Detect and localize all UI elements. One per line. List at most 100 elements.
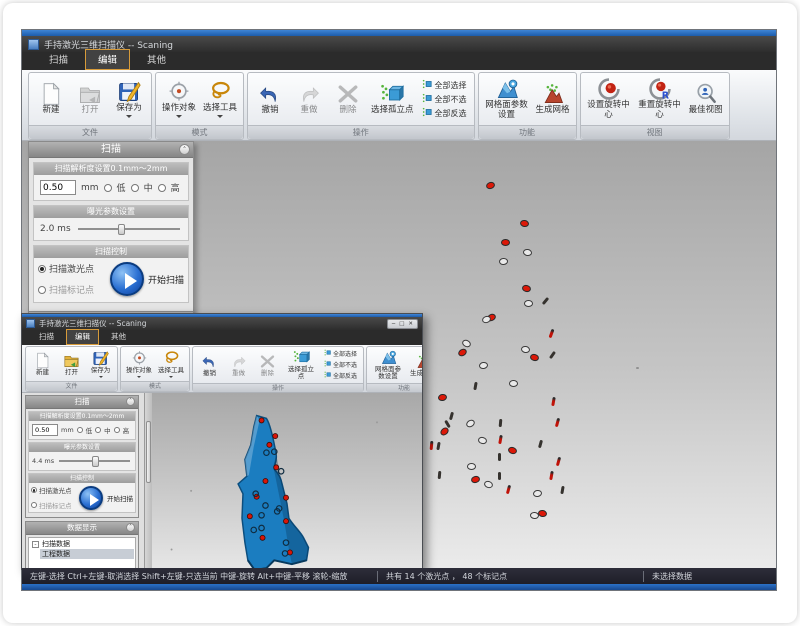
- resolution-radio-label: 高: [171, 181, 180, 194]
- debris-speck: [376, 421, 378, 423]
- isolated-points-button[interactable]: 选择孤立点: [369, 81, 416, 117]
- scan-mode-radio-row[interactable]: 扫描激光点: [31, 485, 79, 495]
- debris-speck: [190, 490, 192, 492]
- start-scan-button[interactable]: [79, 486, 103, 510]
- mesh-settings-button[interactable]: 网格面参数设置: [483, 76, 531, 122]
- inset-left-column: 扫描˄扫描解析度设置0.1mm～2mmmm低中高曝光参数设置4.4 ms扫描控制…: [22, 393, 144, 569]
- close-icon[interactable]: ✕: [408, 320, 413, 328]
- inset-data-panel-header[interactable]: 数据显示 ˄: [26, 522, 138, 535]
- undo-button[interactable]: 撤销: [196, 352, 223, 378]
- undo-button[interactable]: 撤销: [252, 81, 288, 117]
- slider-thumb[interactable]: [118, 224, 125, 235]
- resolution-radio-2[interactable]: [131, 184, 139, 192]
- laser-sliver-red: [555, 418, 560, 427]
- exposure-value: 2.0 ms: [40, 224, 71, 234]
- stack-button-1[interactable]: 全部选择: [324, 349, 357, 358]
- exposure-slider[interactable]: [57, 455, 132, 467]
- laser-sliver: [498, 453, 501, 461]
- scan-panel-title: 扫描: [101, 144, 121, 155]
- stack-label: 全部不选: [435, 94, 467, 105]
- scan-mode-radio-row[interactable]: 扫描激光点: [38, 262, 110, 275]
- scan-mode-radio-2[interactable]: [31, 502, 37, 508]
- new-file-button[interactable]: 新建: [29, 351, 56, 377]
- inset-viewport-3d[interactable]: [152, 393, 422, 569]
- button-label: 生成网格: [410, 370, 422, 377]
- reset-rotation-button[interactable]: R重置旋转中心: [636, 76, 684, 122]
- tree-item-1[interactable]: -扫描数据: [30, 539, 134, 549]
- resolution-radio-3[interactable]: [158, 184, 166, 192]
- collapse-button[interactable]: ˄: [179, 144, 190, 155]
- slider-thumb[interactable]: [92, 456, 99, 467]
- scan-mode-radio-row[interactable]: 扫描标记点: [38, 283, 110, 296]
- stack-button-2[interactable]: 全部不选: [422, 93, 467, 105]
- scan-mode-label: 扫描激光点: [49, 262, 94, 275]
- button-label: 删除: [340, 106, 357, 116]
- start-scan-button[interactable]: [110, 262, 144, 296]
- ribbon-group-1: 新建打开保存为文件: [25, 346, 118, 392]
- stack-button-1[interactable]: 全部选择: [422, 79, 467, 91]
- scan-mode-radio-2[interactable]: [38, 286, 46, 294]
- minimize-icon[interactable]: ─: [392, 320, 395, 328]
- resolution-radio-1[interactable]: [77, 427, 83, 433]
- target-button[interactable]: 操作对象: [160, 79, 198, 119]
- button-label: 撤销: [203, 370, 216, 377]
- isolated-points-button[interactable]: 选择孤立点: [283, 348, 319, 382]
- button-label: 打开: [81, 106, 98, 116]
- exposure-slider[interactable]: [76, 223, 182, 235]
- scan-mode-radio-row[interactable]: 扫描标记点: [31, 500, 79, 510]
- save-as-icon: [117, 80, 141, 104]
- marker-point-ring: [481, 315, 492, 325]
- laser-sliver-red: [430, 441, 434, 450]
- scan-mode-label: 扫描标记点: [49, 283, 94, 296]
- resolution-radio-1[interactable]: [104, 184, 112, 192]
- save-as-button[interactable]: 保存为: [87, 349, 114, 378]
- tab-2[interactable]: 编辑: [85, 49, 130, 70]
- main-window: 手持激光三维扫描仪 -- Scaning 扫描编辑其他 新建打开保存为文件操作对…: [21, 29, 777, 591]
- tab-3[interactable]: 其他: [102, 329, 135, 345]
- tab-2[interactable]: 编辑: [66, 329, 99, 345]
- tab-1[interactable]: 扫描: [30, 329, 63, 345]
- open-folder-icon: [78, 82, 102, 106]
- tab-3[interactable]: 其他: [134, 49, 179, 70]
- scan-mode-radio-1[interactable]: [38, 265, 46, 273]
- lasso-button[interactable]: 选择工具: [201, 79, 239, 119]
- button-label: 生成网格: [536, 106, 570, 116]
- collapse-button[interactable]: ˄: [126, 397, 135, 406]
- best-view-button[interactable]: 最佳视图: [687, 81, 725, 117]
- mesh-settings-button[interactable]: 网格面参数设置: [370, 348, 406, 382]
- resolution-input[interactable]: [32, 424, 58, 436]
- target-button[interactable]: 操作对象: [124, 349, 154, 378]
- new-file-button[interactable]: 新建: [33, 81, 69, 117]
- set-rotation-button[interactable]: 设置旋转中心: [585, 76, 633, 122]
- generate-mesh-button[interactable]: 生成网格: [408, 352, 422, 378]
- maximize-icon[interactable]: □: [399, 320, 404, 328]
- scan-panel-header[interactable]: 扫描˄: [26, 396, 138, 409]
- resolution-radio-3[interactable]: [114, 427, 120, 433]
- scan-panel-header[interactable]: 扫描 ˄: [29, 142, 193, 158]
- laser-sliver: [473, 382, 477, 390]
- marker-point-ring: [520, 345, 530, 353]
- open-folder-button[interactable]: 打开: [58, 351, 85, 377]
- lasso-button[interactable]: 选择工具: [156, 349, 186, 378]
- stack-button-2[interactable]: 全部不选: [324, 360, 357, 369]
- stack-button-3[interactable]: 全部反选: [324, 371, 357, 380]
- generate-mesh-button[interactable]: 生成网格: [534, 81, 572, 117]
- resolution-input[interactable]: [40, 180, 76, 195]
- vertical-scrollbar[interactable]: [144, 393, 152, 569]
- scrollbar-thumb[interactable]: [146, 421, 151, 483]
- stack-button-3[interactable]: 全部反选: [422, 107, 467, 119]
- marker-point-ring: [522, 248, 532, 256]
- tab-1[interactable]: 扫描: [36, 49, 81, 70]
- laser-sliver-red: [498, 435, 503, 444]
- save-as-button[interactable]: 保存为: [111, 79, 147, 119]
- model-marker-red: [263, 478, 268, 483]
- exposure-header: 曝光参数设置: [29, 443, 135, 452]
- collapse-button[interactable]: ˄: [126, 523, 135, 532]
- stack-mini-icon: [324, 360, 331, 369]
- tree-expander-icon[interactable]: -: [32, 541, 39, 548]
- resolution-radio-2[interactable]: [95, 427, 101, 433]
- laser-sliver: [438, 471, 442, 479]
- tree-item-2[interactable]: 工程数据: [40, 549, 134, 559]
- scan-mode-radio-1[interactable]: [31, 487, 37, 493]
- slider-track: [78, 228, 180, 230]
